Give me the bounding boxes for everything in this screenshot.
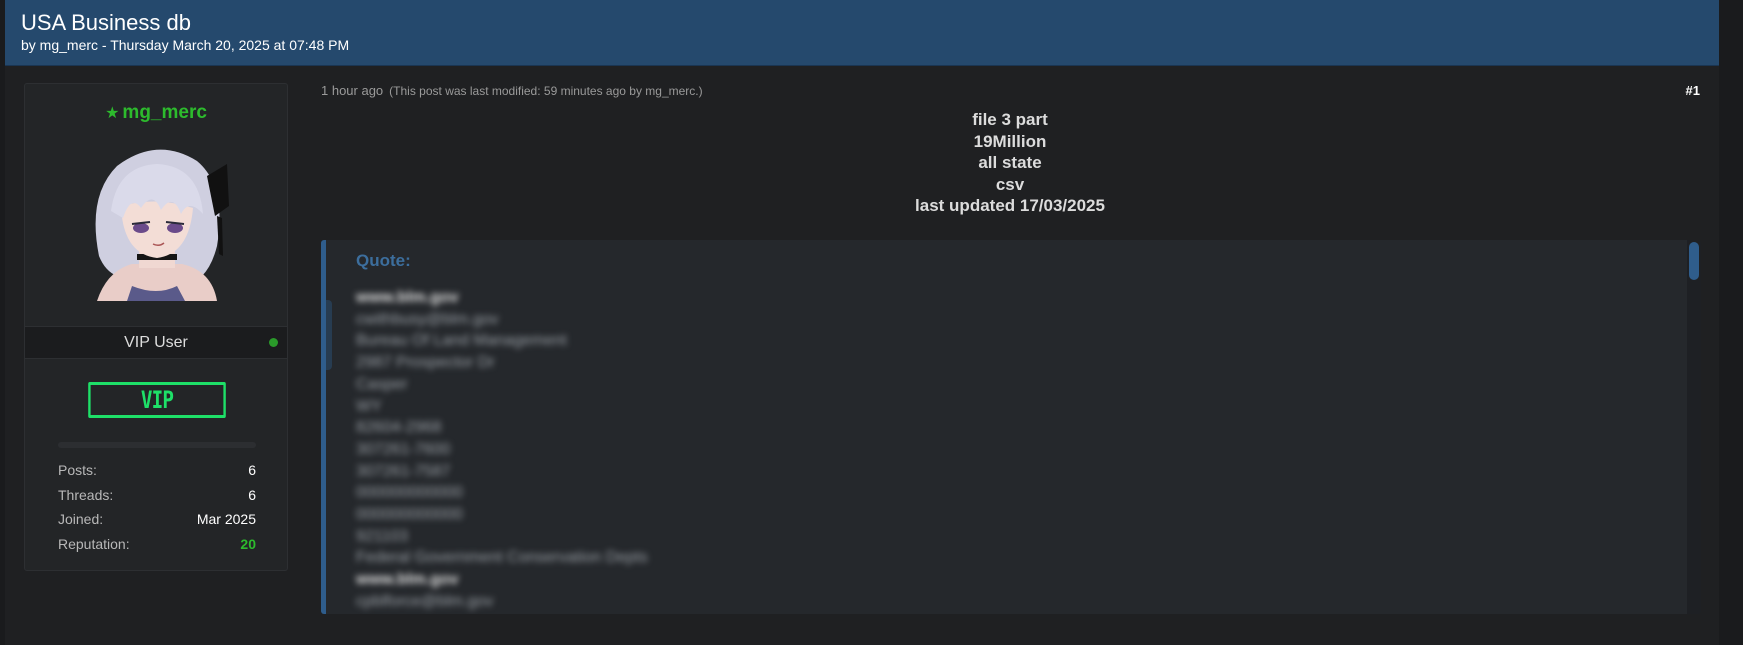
stat-row-posts: Posts: 6 [58, 458, 256, 483]
thread-byline[interactable]: by mg_merc - Thursday March 20, 2025 at … [21, 37, 1703, 53]
quote-scrollbar-thumb[interactable] [1689, 242, 1699, 280]
reputation-bar [58, 442, 256, 448]
stat-value[interactable]: 20 [240, 536, 256, 552]
username-text: mg_merc [122, 102, 207, 123]
online-status-icon [269, 338, 278, 347]
user-title: VIP User [124, 334, 188, 351]
stat-label: Joined: [58, 511, 104, 528]
right-gutter [1719, 0, 1743, 645]
vip-badge: VIP [88, 382, 226, 418]
star-icon: ★ [105, 105, 120, 122]
quote-line: www.blm.gov [356, 571, 459, 589]
quote-line: www.blm.gov [356, 289, 459, 306]
stat-label: Threads: [58, 486, 114, 503]
quote-line: 82604-2968 [356, 419, 442, 437]
quote-line: Bureau Of Land Management [356, 332, 567, 350]
thread-title: USA Business db [21, 10, 191, 35]
stat-value: Mar 2025 [196, 511, 256, 528]
quote-line: 307261-7600 [356, 440, 451, 458]
quote-line: Federal Government Conservation Depts [356, 549, 648, 567]
post-body: file 3 part 19Million all state csv last… [321, 109, 1699, 217]
quote-line: 307261-7587 [356, 462, 451, 480]
quote-line: 921103 [356, 527, 409, 545]
post-line: last updated 17/03/2025 [915, 196, 1105, 216]
post-line: csv [995, 174, 1025, 194]
quote-line: 000000000000 [356, 484, 463, 502]
stat-row-threads: Threads: 6 [58, 483, 256, 508]
username-link[interactable]: ★ mg_merc [25, 102, 287, 124]
quote-line: cwithbusy@blm.gov [356, 310, 499, 328]
post-line: 19Million [973, 131, 1047, 151]
stat-label: Posts: [58, 462, 97, 479]
quote-line: 000000000000 [356, 506, 463, 524]
stat-row-reputation: Reputation: 20 [58, 532, 256, 557]
stat-value[interactable]: 6 [248, 487, 256, 503]
quote-expand-handle[interactable] [326, 300, 332, 370]
quote-scrollbar[interactable] [1687, 240, 1701, 614]
quote-label: Quote: [356, 251, 411, 270]
user-panel: ★ mg_merc VIP User VIP Posts: 6 Threads:… [24, 83, 288, 571]
avatar[interactable] [77, 136, 237, 301]
post-number-link[interactable]: #1 [1686, 83, 1700, 98]
post-line: file 3 part [972, 110, 1048, 129]
quote-line: 2987 Prospector Dr [356, 354, 495, 372]
quote-content: www.blm.gov cwithbusy@blm.gov Bureau Of … [356, 287, 648, 613]
post-meta: 1 hour ago (This post was last modified: … [321, 83, 703, 98]
user-stats: Posts: 6 Threads: 6 Joined: Mar 2025 Rep… [58, 458, 256, 556]
quote-line: WY [356, 397, 382, 415]
post-modified-note: (This post was last modified: 59 minutes… [389, 84, 703, 98]
stat-value[interactable]: 6 [248, 462, 256, 478]
user-title-bar: VIP User [25, 326, 287, 359]
quote-line: Casper [356, 375, 408, 393]
post-line: all state [978, 153, 1042, 173]
quote-block[interactable]: Quote: www.blm.gov cwithbusy@blm.gov Bur… [321, 240, 1701, 614]
quote-line: cpblforce@blm.gov [356, 592, 494, 610]
stat-row-joined: Joined: Mar 2025 [58, 507, 256, 532]
stat-label: Reputation: [58, 535, 130, 552]
post-time: 1 hour ago [321, 83, 384, 98]
thread-header: USA Business db by mg_merc - Thursday Ma… [5, 0, 1719, 66]
